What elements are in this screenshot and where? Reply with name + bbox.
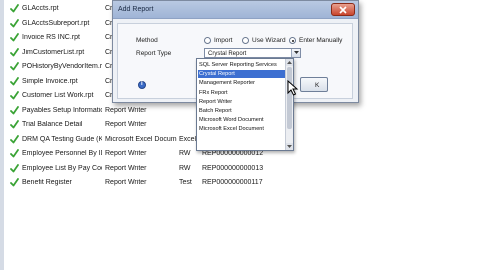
report-type-select[interactable]: Crystal Report [204, 48, 301, 58]
report-name: Customer List Work.rpt [22, 92, 94, 99]
report-type: Report Writer [105, 121, 147, 128]
method-label: Method [136, 37, 158, 44]
radio-enter-manually[interactable] [289, 37, 296, 44]
scroll-down-button[interactable] [286, 143, 293, 150]
dropdown-scrollbar[interactable] [285, 59, 293, 150]
report-id: REP000000000012 [202, 150, 264, 157]
close-icon [339, 6, 347, 14]
checkmark-icon [10, 178, 19, 187]
checkmark-icon [10, 149, 19, 158]
report-name: JimCustomerList.rpt [22, 48, 85, 56]
report-name: Benefit Register [22, 179, 72, 186]
report-series: RW [179, 150, 191, 157]
checkmark-icon [10, 47, 19, 57]
report-name: GLAcctsSubreport.rpt [22, 19, 90, 27]
scroll-up-button[interactable] [286, 59, 293, 66]
report-type: Report Writer [105, 164, 147, 172]
ok-button[interactable]: K [300, 77, 328, 92]
empty-list-area [0, 200, 480, 270]
checkmark-icon [10, 4, 19, 13]
radio-enter-manually-label: Enter Manually [299, 37, 343, 44]
chevron-up-icon [287, 61, 292, 64]
dropdown-option[interactable]: SQL Server Reporting Services [198, 61, 285, 69]
dropdown-option[interactable]: Management Reporter [198, 79, 285, 87]
checkmark-icon [10, 91, 19, 100]
report-type-dropdown-list: SQL Server Reporting Services Crystal Rep… [196, 58, 294, 151]
dialog-title: Add Report [118, 6, 154, 13]
report-name: POHistoryByVendorItem.rpt [22, 63, 102, 70]
report-series: Test [179, 179, 192, 186]
checkmark-icon [10, 62, 19, 71]
report-type-label: Report Type [136, 50, 172, 57]
report-id: REP000000000013 [202, 164, 264, 172]
report-type: Microsoft Excel Document [105, 135, 177, 143]
dropdown-option[interactable]: FRx Report [198, 89, 285, 97]
dropdown-option[interactable]: Report Writer [198, 98, 285, 106]
checkmark-icon [10, 163, 19, 173]
dropdown-option[interactable]: Crystal Report [198, 70, 285, 79]
checkmark-icon [10, 105, 19, 115]
report-name: Trial Balance Detail [22, 121, 83, 128]
report-type: Report Writer [105, 106, 147, 114]
radio-use-wizard-label: Use Wizard [252, 37, 286, 44]
info-icon: i [138, 81, 146, 89]
checkmark-icon [10, 120, 19, 129]
report-name: Simple Invoice.rpt [22, 77, 78, 85]
dropdown-option[interactable]: Microsoft Word Document [198, 116, 285, 124]
radio-use-wizard[interactable] [242, 37, 249, 44]
chevron-down-icon [294, 51, 299, 54]
report-id: REP000000000117 [202, 179, 263, 186]
report-type-value: Crystal Report [208, 50, 247, 57]
checkmark-icon [10, 76, 19, 86]
report-type: Report Writer [105, 179, 147, 186]
checkmark-icon [10, 134, 19, 144]
chevron-down-icon [287, 145, 292, 148]
left-edge-rail [0, 0, 4, 270]
dialog-title-bar[interactable]: Add Report [113, 1, 358, 19]
report-name: Employee List By Pay Code [22, 164, 102, 172]
report-series: RW [179, 164, 191, 172]
radio-import-label: Import [214, 37, 233, 44]
dropdown-option[interactable]: Batch Report [198, 107, 285, 115]
scroll-thumb[interactable] [287, 67, 292, 129]
checkmark-icon [10, 33, 19, 42]
table-row[interactable]: Benefit Register Report Writer Test REP0000… [0, 176, 300, 190]
dialog-close-button[interactable] [331, 3, 355, 16]
dropdown-option[interactable]: Microsoft Excel Document [198, 125, 285, 133]
ok-button-label: K [315, 82, 320, 89]
radio-import[interactable] [204, 37, 211, 44]
report-name: GLAccts.rpt [22, 5, 59, 12]
mouse-cursor-icon [287, 80, 299, 96]
report-name: DRM QA Testing Guide (Kelly) [22, 135, 102, 143]
table-row[interactable]: Employee List By Pay Code Report Writer RW… [0, 162, 300, 176]
report-type: Report Writer [105, 150, 147, 157]
report-name: Payables Setup Information [22, 106, 102, 114]
report-name: Employee Personnel By ID [22, 150, 102, 157]
report-name: Invoice RS INC.rpt [22, 34, 80, 41]
checkmark-icon [10, 18, 19, 28]
report-type-dropdown-button[interactable] [291, 49, 300, 57]
